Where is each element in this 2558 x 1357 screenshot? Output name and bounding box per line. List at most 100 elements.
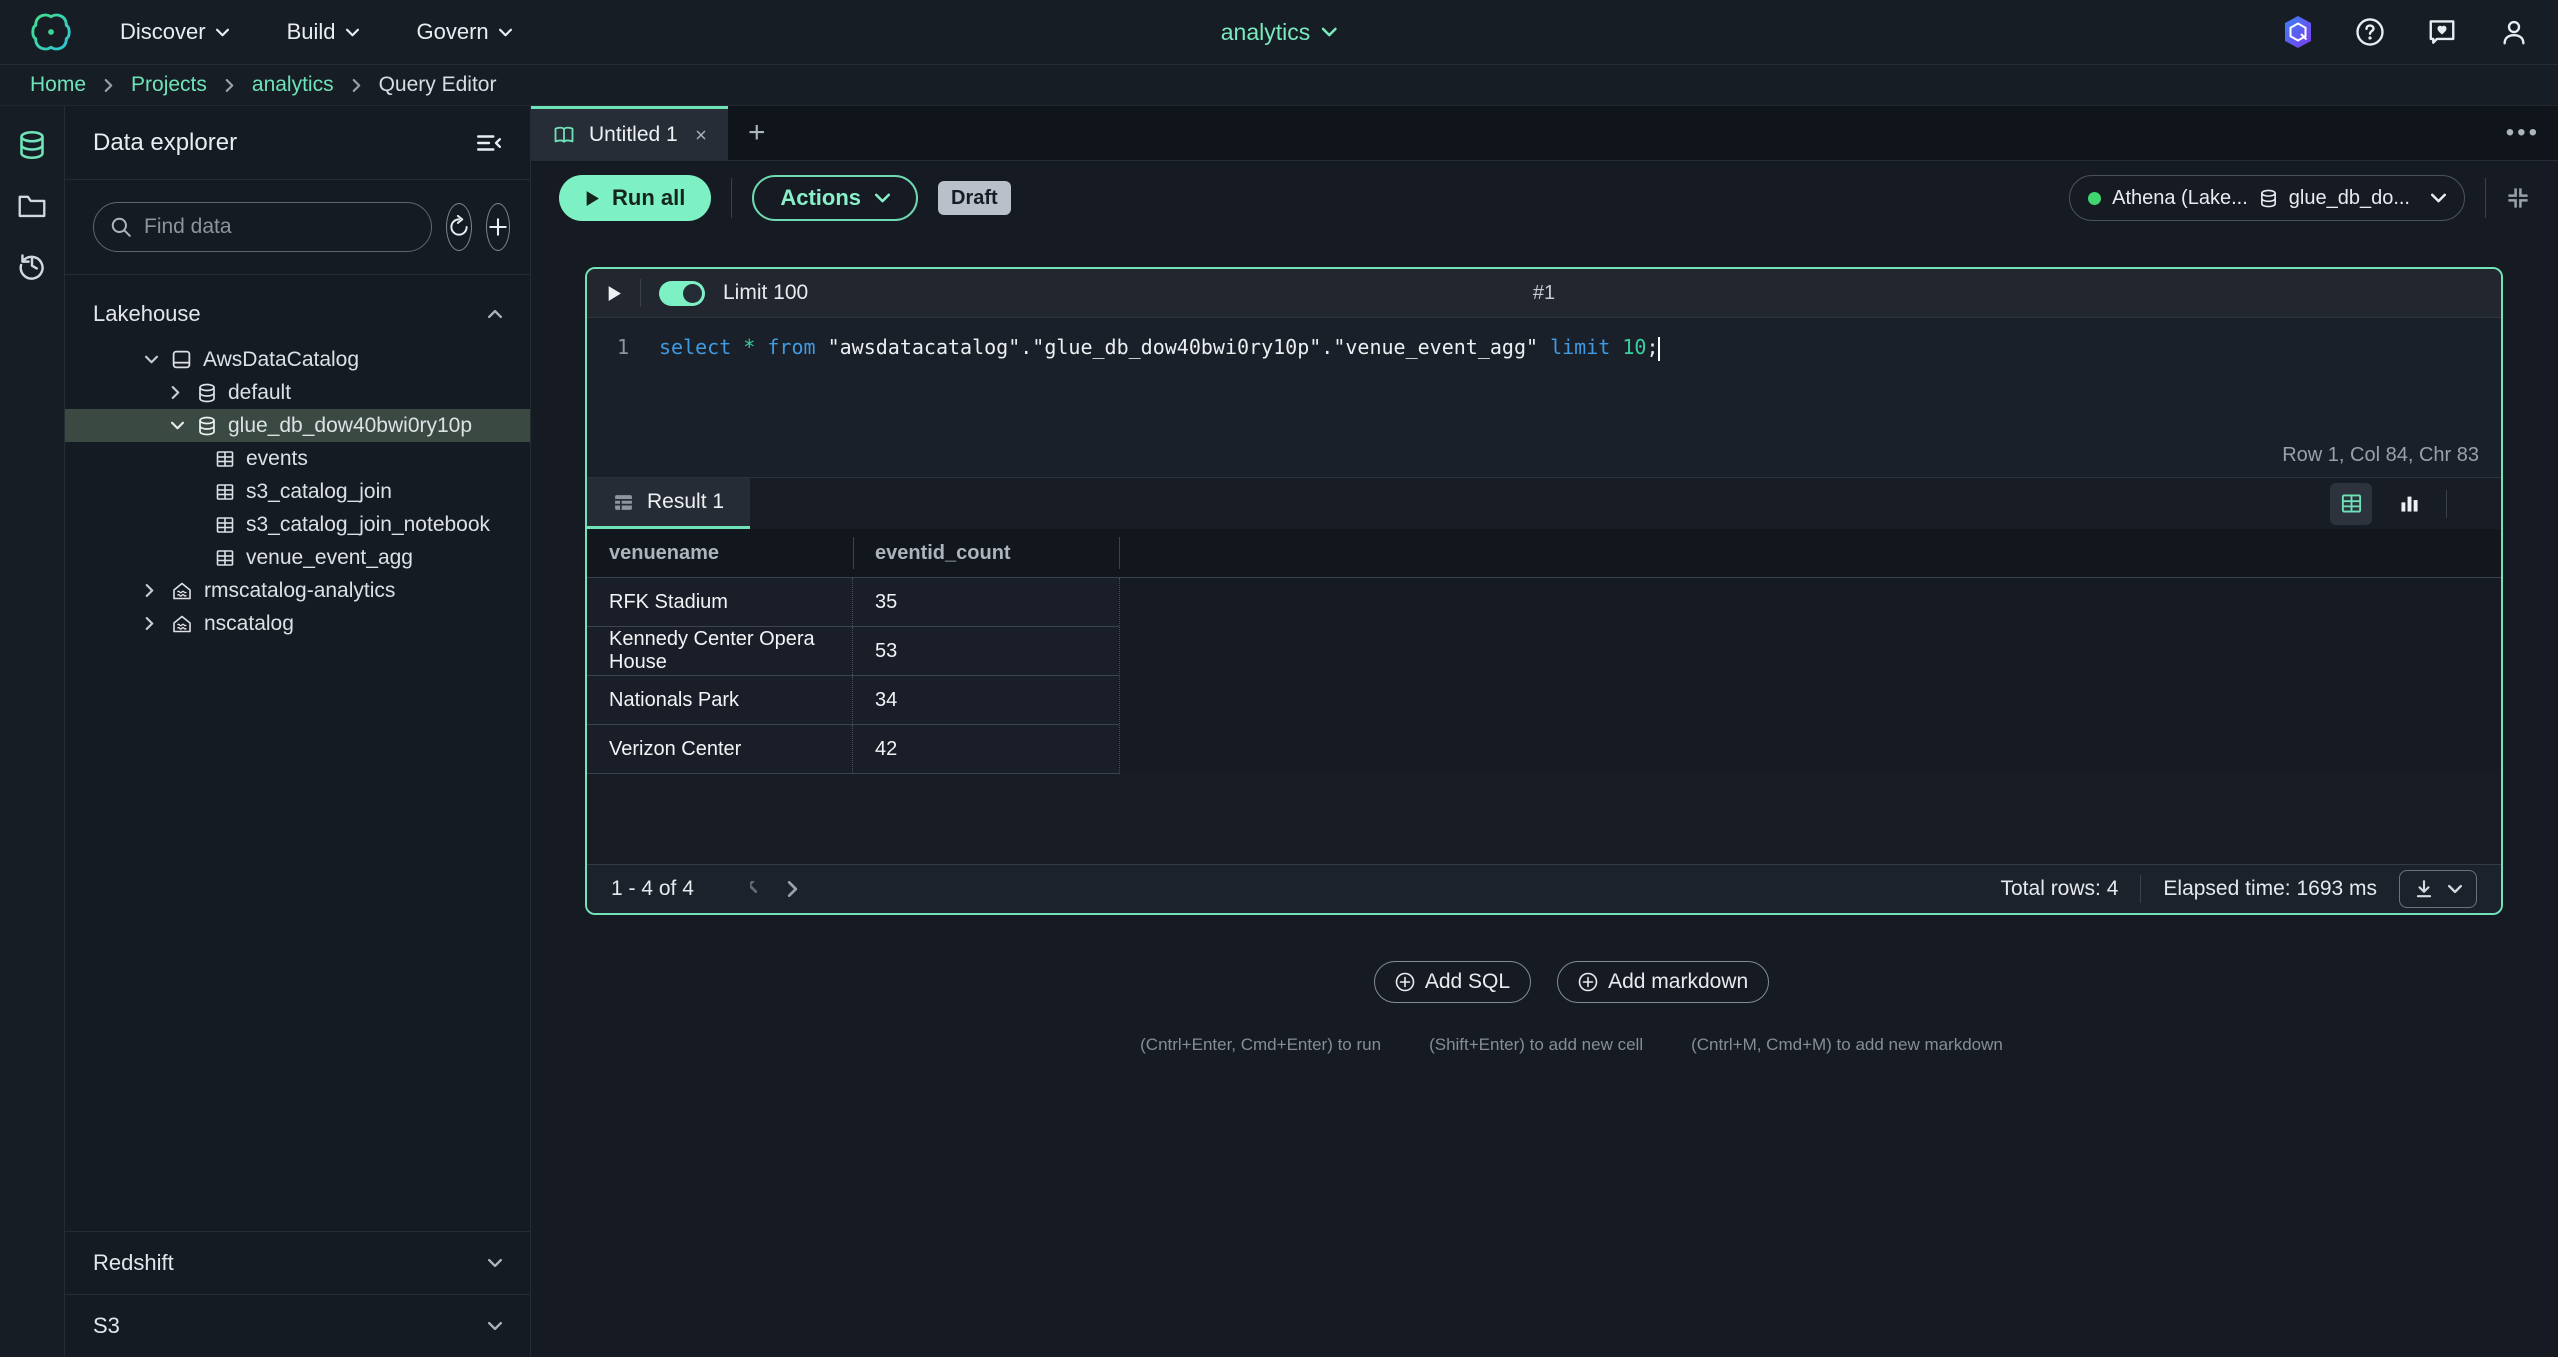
close-tab-icon[interactable] bbox=[692, 128, 706, 142]
refresh-icon bbox=[447, 215, 471, 239]
menu-discover[interactable]: Discover bbox=[120, 19, 229, 45]
connection-engine-label: Athena (Lake... bbox=[2112, 187, 2248, 210]
actions-button[interactable]: Actions bbox=[752, 175, 918, 221]
menu-govern[interactable]: Govern bbox=[417, 19, 512, 45]
status-badge: Draft bbox=[938, 181, 1011, 215]
cell-venuename: Kennedy Center Opera House bbox=[587, 627, 853, 675]
tree-item-nscatalog[interactable]: nscatalog bbox=[65, 607, 530, 640]
project-selector-label: analytics bbox=[1221, 19, 1310, 46]
add-markdown-button[interactable]: Add markdown bbox=[1557, 961, 1769, 1003]
run-cell-icon[interactable] bbox=[607, 285, 622, 302]
keyboard-shortcuts-hints: (Cntrl+Enter, Cmd+Enter) to run (Shift+E… bbox=[585, 1035, 2558, 1055]
table-row[interactable]: RFK Stadium 35 bbox=[587, 578, 1119, 627]
tree-item-glue-db[interactable]: glue_db_dow40bwi0ry10p bbox=[65, 409, 530, 442]
section-redshift[interactable]: Redshift bbox=[65, 1231, 530, 1294]
history-rail-icon[interactable] bbox=[17, 250, 47, 280]
chevron-down-icon bbox=[145, 355, 158, 364]
table-row[interactable]: Nationals Park 34 bbox=[587, 676, 1119, 725]
cell-venuename: RFK Stadium bbox=[587, 578, 853, 626]
chevron-down-icon bbox=[2448, 884, 2462, 894]
cell-eventid-count: 34 bbox=[853, 689, 897, 712]
user-profile-icon[interactable] bbox=[2498, 16, 2530, 48]
close-results-icon[interactable] bbox=[2463, 495, 2483, 513]
breadcrumb-home[interactable]: Home bbox=[30, 73, 86, 97]
more-options-icon[interactable]: ••• bbox=[2506, 119, 2540, 147]
collapse-panel-icon[interactable] bbox=[476, 133, 502, 153]
results-table-body: RFK Stadium 35 Kennedy Center Opera Hous… bbox=[587, 578, 1120, 774]
lakehouse-catalog-icon bbox=[171, 614, 193, 634]
add-sql-button[interactable]: Add SQL bbox=[1374, 961, 1531, 1003]
column-divider[interactable] bbox=[853, 537, 854, 569]
chevron-down-icon bbox=[2431, 193, 2446, 203]
download-results-button[interactable] bbox=[2399, 870, 2477, 908]
shortcut-run: (Cntrl+Enter, Cmd+Enter) to run bbox=[1140, 1035, 1381, 1055]
tree-item-label: default bbox=[228, 381, 291, 405]
chevron-down-icon bbox=[499, 28, 512, 37]
cursor-position-status: Row 1, Col 84, Chr 83 bbox=[2282, 444, 2479, 467]
table-row[interactable]: Verizon Center 42 bbox=[587, 725, 1119, 774]
amazon-q-icon[interactable] bbox=[2282, 16, 2314, 48]
breadcrumb-projects[interactable]: Projects bbox=[131, 73, 207, 97]
feedback-icon[interactable] bbox=[2426, 16, 2458, 48]
data-explorer-rail-icon[interactable] bbox=[17, 130, 47, 160]
section-redshift-label: Redshift bbox=[93, 1250, 174, 1276]
add-markdown-label: Add markdown bbox=[1608, 970, 1748, 994]
play-icon bbox=[585, 190, 600, 207]
sidebar-icon-rail bbox=[0, 106, 65, 1357]
breadcrumb-analytics[interactable]: analytics bbox=[252, 73, 334, 97]
tree-item-label: s3_catalog_join_notebook bbox=[246, 513, 490, 537]
connection-database-label: glue_db_do... bbox=[2289, 187, 2410, 210]
column-header-eventid-count[interactable]: eventid_count bbox=[853, 542, 1119, 565]
tree-item-label: s3_catalog_join bbox=[246, 480, 392, 504]
lakehouse-catalog-icon bbox=[171, 581, 193, 601]
chevron-down-icon bbox=[1322, 27, 1337, 37]
breadcrumb-separator-icon bbox=[352, 79, 361, 92]
app-logo-icon[interactable] bbox=[28, 9, 74, 55]
find-data-search[interactable] bbox=[93, 202, 432, 252]
search-input[interactable] bbox=[144, 215, 415, 239]
table-icon bbox=[215, 515, 235, 535]
add-data-button[interactable] bbox=[486, 203, 510, 251]
column-divider[interactable] bbox=[1119, 537, 1120, 569]
plus-circle-icon bbox=[1578, 972, 1598, 992]
tree-item-s3-catalog-join[interactable]: s3_catalog_join bbox=[65, 475, 530, 508]
previous-page-icon[interactable] bbox=[750, 881, 761, 897]
tab-untitled-1[interactable]: Untitled 1 bbox=[531, 106, 728, 160]
help-icon[interactable] bbox=[2354, 16, 2386, 48]
tree-item-s3-catalog-join-notebook[interactable]: s3_catalog_join_notebook bbox=[65, 508, 530, 541]
collapse-cells-icon[interactable] bbox=[2506, 186, 2530, 210]
new-tab-button[interactable]: + bbox=[728, 106, 786, 160]
result-tab[interactable]: Result 1 bbox=[587, 478, 750, 529]
menu-build[interactable]: Build bbox=[287, 19, 359, 45]
sql-editor[interactable]: 1 select * from "awsdatacatalog"."glue_d… bbox=[587, 317, 2501, 477]
files-rail-icon[interactable] bbox=[17, 190, 47, 220]
table-view-button[interactable] bbox=[2330, 483, 2372, 525]
limit-toggle[interactable] bbox=[659, 281, 705, 306]
tree-item-rmscatalog-analytics[interactable]: rmscatalog-analytics bbox=[65, 574, 530, 607]
section-s3[interactable]: S3 bbox=[65, 1294, 530, 1357]
next-page-icon[interactable] bbox=[787, 881, 798, 897]
cell-number: #1 bbox=[1533, 282, 1555, 305]
tree-item-default[interactable]: default bbox=[65, 376, 530, 409]
tree-item-events[interactable]: events bbox=[65, 442, 530, 475]
table-row[interactable]: Kennedy Center Opera House 53 bbox=[587, 627, 1119, 676]
table-icon bbox=[215, 482, 235, 502]
breadcrumb-current-page: Query Editor bbox=[379, 73, 497, 97]
run-all-button[interactable]: Run all bbox=[559, 175, 711, 221]
tree-item-venue-event-agg[interactable]: venue_event_agg bbox=[65, 541, 530, 574]
limit-label: Limit 100 bbox=[723, 281, 808, 305]
refresh-button[interactable] bbox=[446, 203, 472, 251]
column-header-venuename[interactable]: venuename bbox=[587, 542, 853, 565]
table-icon bbox=[215, 449, 235, 469]
section-lakehouse[interactable]: Lakehouse bbox=[65, 291, 530, 343]
tree-item-awsdatacatalog[interactable]: AwsDataCatalog bbox=[65, 343, 530, 376]
catalog-icon bbox=[171, 349, 192, 370]
add-cell-actions: Add SQL Add markdown bbox=[585, 961, 2558, 1003]
cell-eventid-count: 42 bbox=[853, 738, 897, 761]
chart-view-button[interactable] bbox=[2388, 483, 2430, 525]
project-selector[interactable]: analytics bbox=[1221, 19, 1337, 46]
primary-menus: Discover Build Govern bbox=[120, 19, 512, 45]
pagination-label: 1 - 4 of 4 bbox=[611, 877, 694, 901]
connection-selector[interactable]: Athena (Lake... glue_db_do... bbox=[2069, 175, 2465, 221]
results-table-header: venuename eventid_count bbox=[587, 529, 2501, 578]
